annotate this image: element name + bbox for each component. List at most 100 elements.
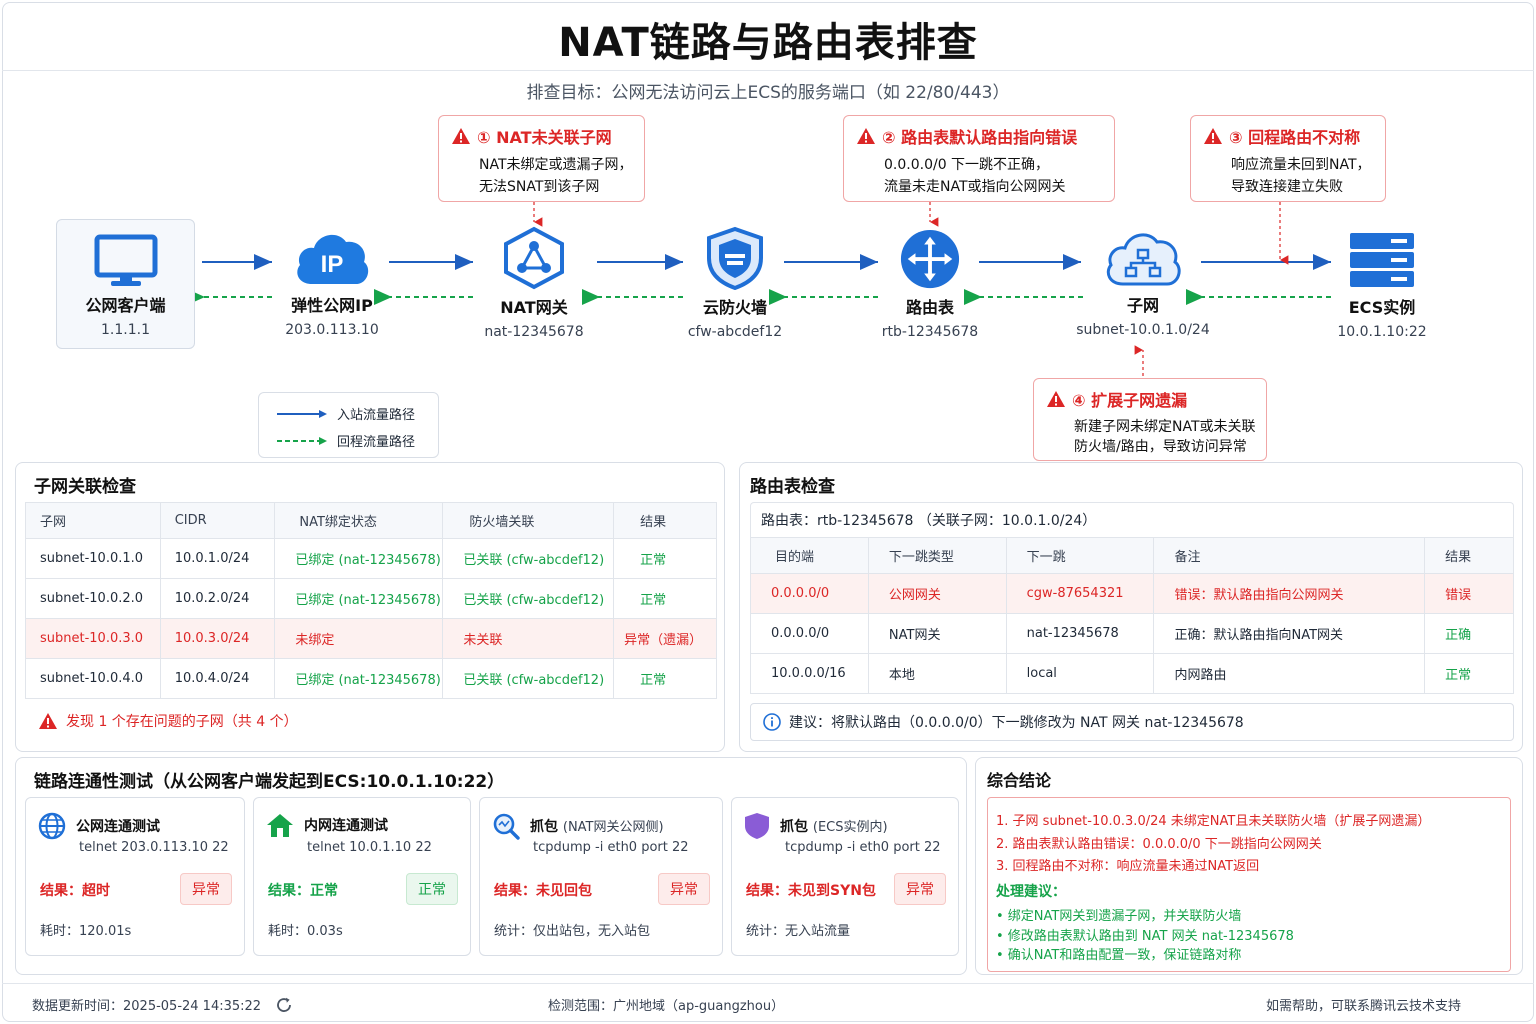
card-ecs-capture[interactable]: 抓包 (ECS实例内) tcpdump -i eth0 port 22 结果：未… xyxy=(731,797,959,956)
warning-icon xyxy=(857,128,875,144)
card-private-title: 内网连通测试 xyxy=(304,818,388,834)
node-nat[interactable]: NAT网关 nat-12345678 xyxy=(474,226,594,340)
callout-1-title: ① NAT未关联子网 xyxy=(477,128,612,147)
card-public-command: telnet 203.0.113.10 22 xyxy=(79,840,229,855)
column-header: 结果 xyxy=(613,502,717,539)
table-row-problem[interactable]: 0.0.0.0/0 公网网关 cgw-87654321 错误：默认路由指向公网网… xyxy=(750,573,1514,614)
footer-scope: 检测范围：广州地域（ap-guangzhou） xyxy=(548,999,785,1014)
node-nat-id: nat-12345678 xyxy=(484,324,584,340)
callout-nat-unbound: ① NAT未关联子网 NAT未绑定或遗漏子网， 无法SNAT到该子网 xyxy=(438,115,645,202)
card-ecs-capture-command: tcpdump -i eth0 port 22 xyxy=(785,840,941,855)
footer-divider xyxy=(2,983,1534,984)
node-nat-label: NAT网关 xyxy=(500,298,568,317)
table-row[interactable]: subnet-10.0.1.0 10.0.1.0/24 已绑定 (nat-123… xyxy=(25,538,717,579)
node-route-table-label: 路由表 xyxy=(905,298,954,317)
node-ecs-addr: 10.0.1.10:22 xyxy=(1337,324,1427,340)
card-nat-capture-stat: 统计：仅出站包，无入站包 xyxy=(494,924,651,939)
monitor-icon xyxy=(94,234,157,286)
card-private-test[interactable]: 内网连通测试 telnet 10.0.1.10 22 结果：正常 正常 耗时：0… xyxy=(253,797,471,956)
subnet-cell: subnet-10.0.3.0 xyxy=(25,618,161,659)
cidr-cell: 10.0.2.0/24 xyxy=(159,578,276,619)
next-hop-cell: nat-12345678 xyxy=(1005,613,1155,654)
firewall-cell: 已关联 (cfw-abcdef12) xyxy=(442,658,615,699)
result-cell: 异常（遗漏） xyxy=(613,618,717,659)
refresh-icon[interactable] xyxy=(275,996,293,1014)
info-icon xyxy=(763,713,781,731)
next-hop-cell: cgw-87654321 xyxy=(1005,573,1155,614)
table-header-row: 目的端 下一跳类型 下一跳 备注 结果 xyxy=(750,537,1514,574)
card-nat-capture-title: 抓包 (NAT网关公网侧) xyxy=(530,819,664,835)
node-subnet-cidr: subnet-10.0.1.0/24 xyxy=(1076,322,1210,338)
result-cell: 正常 xyxy=(613,538,717,579)
node-route-table[interactable]: 路由表 rtb-12345678 xyxy=(870,228,990,340)
route-check-title: 路由表检查 xyxy=(750,477,835,497)
node-firewall-label: 云防火墙 xyxy=(702,298,767,317)
footer-updated-text: 数据更新时间：2025-05-24 14:35:22 xyxy=(32,999,262,1014)
table-row[interactable]: subnet-10.0.2.0 10.0.2.0/24 已绑定 (nat-123… xyxy=(25,578,717,619)
table-row[interactable]: subnet-10.0.4.0 10.0.4.0/24 已绑定 (nat-123… xyxy=(25,658,717,699)
column-header: 防火墙关联 xyxy=(442,502,615,539)
shield-purple-icon xyxy=(745,813,769,839)
node-firewall[interactable]: 云防火墙 cfw-abcdef12 xyxy=(675,226,795,340)
shield-icon xyxy=(707,226,763,290)
table-row-problem[interactable]: subnet-10.0.3.0 10.0.3.0/24 未绑定 未关联 异常（遗… xyxy=(25,618,717,659)
nat-status-cell: 已绑定 (nat-12345678) xyxy=(274,578,444,619)
connectivity-title: 链路连通性测试（从公网客户端发起到ECS:10.0.1.10:22） xyxy=(34,772,505,792)
next-hop-type-cell: 本地 xyxy=(867,653,1007,694)
firewall-cell: 已关联 (cfw-abcdef12) xyxy=(442,578,615,619)
callout-extended-subnet: ④ 扩展子网遗漏 新建子网未绑定NAT或未关联 防火墙/路由，导致访问异常 xyxy=(1033,378,1267,461)
destination-cell: 0.0.0.0/0 xyxy=(750,573,869,614)
magnifier-icon xyxy=(493,813,520,840)
next-hop-cell: local xyxy=(1005,653,1155,694)
cidr-cell: 10.0.3.0/24 xyxy=(159,618,276,659)
next-hop-type-cell: NAT网关 xyxy=(867,613,1007,654)
nat-hexagon-icon xyxy=(504,226,564,290)
nat-status-cell: 已绑定 (nat-12345678) xyxy=(274,538,444,579)
column-header: 目的端 xyxy=(750,537,869,574)
card-ecs-capture-subtitle: (ECS实例内) xyxy=(812,820,888,835)
node-route-table-id: rtb-12345678 xyxy=(881,324,979,340)
legend-return-label: 回程流量路径 xyxy=(337,435,416,450)
callout-2-line-1: 0.0.0.0/0 下一跳不正确， xyxy=(884,157,1050,173)
card-ecs-capture-stat: 统计：无入站流量 xyxy=(746,924,851,939)
column-header: 结果 xyxy=(1424,537,1514,574)
home-icon xyxy=(267,814,293,837)
callout-4-title: ④ 扩展子网遗漏 xyxy=(1072,391,1188,410)
card-public-result: 结果：超时 xyxy=(40,883,110,899)
callout-asymmetric-route: ③ 回程路由不对称 响应流量未回到NAT， 导致连接建立失败 xyxy=(1190,115,1386,202)
route-table-label: 路由表：rtb-12345678 （关联子网：10.0.1.0/24） xyxy=(750,502,1514,538)
cloud-ip-icon: IP xyxy=(297,234,369,284)
table-row[interactable]: 10.0.0.0/16 本地 local 内网路由 正常 xyxy=(750,653,1514,694)
card-public-title: 公网连通测试 xyxy=(76,819,160,835)
cidr-cell: 10.0.1.0/24 xyxy=(159,538,276,579)
router-icon xyxy=(900,229,960,289)
table-row[interactable]: 0.0.0.0/0 NAT网关 nat-12345678 正确：默认路由指向NA… xyxy=(750,613,1514,654)
node-eip[interactable]: IP 弹性公网IP 203.0.113.10 xyxy=(272,228,392,338)
card-private-result: 结果：正常 xyxy=(268,883,338,899)
conclusion-item-3: 3. 回程路由不对称：响应流量未通过NAT返回 xyxy=(996,859,1260,874)
column-header: 备注 xyxy=(1153,537,1426,574)
route-advice-text: 建议：将默认路由（0.0.0.0/0）下一跳修改为 NAT 网关 nat-123… xyxy=(789,715,1244,731)
subnet-check-summary: 发现 1 个存在问题的子网（共 4 个） xyxy=(38,711,298,731)
next-hop-type-cell: 公网网关 xyxy=(867,573,1007,614)
route-check-table: 目的端 下一跳类型 下一跳 备注 结果 0.0.0.0/0 公网网关 cgw-8… xyxy=(750,537,1514,694)
nat-status-cell: 已绑定 (nat-12345678) xyxy=(274,658,444,699)
card-nat-capture-result: 结果：未见回包 xyxy=(494,883,592,899)
node-client[interactable]: 公网客户端 1.1.1.1 xyxy=(56,234,195,338)
card-public-test[interactable]: 公网连通测试 telnet 203.0.113.10 22 结果：超时 异常 耗… xyxy=(25,797,245,956)
warning-icon xyxy=(39,713,57,729)
card-private-command: telnet 10.0.1.10 22 xyxy=(307,840,432,855)
result-cell: 正常 xyxy=(613,658,717,699)
status-badge: 异常 xyxy=(658,873,710,905)
result-cell: 正确 xyxy=(1424,613,1514,654)
subnet-check-title: 子网关联检查 xyxy=(34,477,136,497)
node-subnet[interactable]: 子网 subnet-10.0.1.0/24 xyxy=(1068,228,1218,338)
node-eip-ip: 203.0.113.10 xyxy=(285,322,379,338)
card-nat-capture[interactable]: 抓包 (NAT网关公网侧) tcpdump -i eth0 port 22 结果… xyxy=(479,797,723,956)
node-ecs[interactable]: ECS实例 10.0.1.10:22 xyxy=(1322,230,1442,340)
footer-help[interactable]: 如需帮助，可联系腾讯云技术支持 xyxy=(1266,995,1461,1014)
node-client-label: 公网客户端 xyxy=(85,296,166,315)
nat-status-cell: 未绑定 xyxy=(274,618,444,659)
firewall-cell: 已关联 (cfw-abcdef12) xyxy=(442,538,615,579)
table-header-row: 子网 CIDR NAT绑定状态 防火墙关联 结果 xyxy=(25,502,717,539)
